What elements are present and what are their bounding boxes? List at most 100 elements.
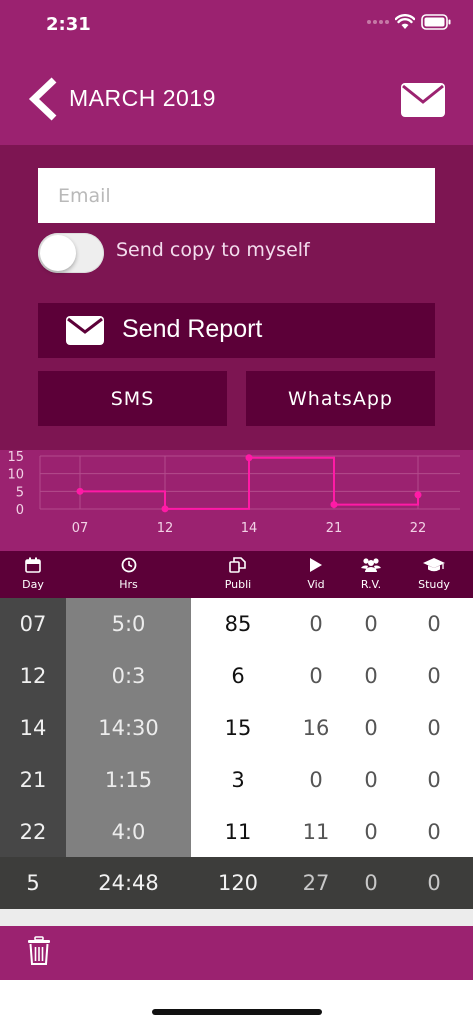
data-point xyxy=(161,505,169,513)
envelope-icon xyxy=(66,316,104,345)
people-icon xyxy=(361,558,381,572)
report-form: Send copy to myself Send Report SMS What… xyxy=(0,145,473,450)
spacer xyxy=(0,909,473,926)
cell-rv: 0 xyxy=(364,612,378,636)
cell-day: 21 xyxy=(19,768,47,792)
send-copy-toggle[interactable] xyxy=(38,233,104,273)
column-day-label: Day xyxy=(22,578,44,591)
cell-hours: 0:3 xyxy=(111,664,146,688)
y-tick-label: 5 xyxy=(16,485,24,500)
total-day: 5 xyxy=(26,871,40,895)
x-tick-label: 22 xyxy=(410,521,427,536)
column-rv[interactable]: R.V. xyxy=(346,551,396,598)
report-table: 07 5:0 85 0 0 0 12 0:3 6 0 0 0 14 14:30 … xyxy=(0,598,473,857)
cell-publi: 6 xyxy=(231,664,245,688)
total-rv: 0 xyxy=(364,871,378,895)
cell-video: 0 xyxy=(309,664,323,688)
page-title: MARCH 2019 xyxy=(69,85,216,111)
envelope-icon xyxy=(401,83,445,117)
status-icons xyxy=(367,14,451,30)
copy-icon xyxy=(229,557,246,573)
back-button[interactable] xyxy=(24,76,64,122)
app-header: 2:31 MARCH 2019 xyxy=(0,0,473,145)
wifi-icon xyxy=(395,14,415,29)
graduation-cap-icon xyxy=(423,558,445,572)
table-header: Day Hrs Publi Vid R.V. Study xyxy=(0,551,473,598)
bottom-toolbar xyxy=(0,926,473,980)
total-study: 0 xyxy=(427,871,441,895)
status-time: 2:31 xyxy=(46,14,91,35)
cell-hours: 5:0 xyxy=(111,612,146,636)
clock-icon xyxy=(121,557,136,573)
cell-video: 0 xyxy=(309,768,323,792)
cell-day: 14 xyxy=(19,716,47,740)
sms-button[interactable]: SMS xyxy=(38,371,227,426)
data-point xyxy=(76,487,84,495)
cell-day: 07 xyxy=(19,612,47,636)
y-tick-label: 15 xyxy=(7,450,24,465)
cell-video: 11 xyxy=(302,820,330,844)
chart-svg: 0 5 10 15 07 12 14 21 22 xyxy=(7,450,460,536)
email-input[interactable] xyxy=(38,168,435,223)
send-report-button[interactable]: Send Report xyxy=(38,303,435,358)
cell-publi: 85 xyxy=(224,612,252,636)
battery-icon xyxy=(421,14,451,30)
column-video-label: Vid xyxy=(307,578,325,591)
total-publi: 120 xyxy=(217,871,259,895)
send-copy-label: Send copy to myself xyxy=(116,239,310,261)
column-study[interactable]: Study xyxy=(400,551,468,598)
delete-button[interactable] xyxy=(27,936,51,966)
cell-rv: 0 xyxy=(364,768,378,792)
cell-publi: 15 xyxy=(224,716,252,740)
column-publi[interactable]: Publi xyxy=(200,551,276,598)
cell-hours: 1:15 xyxy=(104,768,153,792)
send-report-label: Send Report xyxy=(122,315,263,343)
trash-icon xyxy=(28,936,50,965)
data-point xyxy=(414,491,422,499)
home-indicator[interactable] xyxy=(152,1009,322,1015)
column-video[interactable]: Vid xyxy=(280,551,352,598)
x-tick-label: 12 xyxy=(157,521,174,536)
data-point xyxy=(330,501,338,509)
column-publi-label: Publi xyxy=(224,578,252,591)
cell-hours: 4:0 xyxy=(111,820,146,844)
play-icon xyxy=(310,558,322,572)
cell-rv: 0 xyxy=(364,820,378,844)
data-point xyxy=(245,454,253,462)
cell-study: 0 xyxy=(427,820,441,844)
cell-day: 22 xyxy=(19,820,47,844)
x-tick-label: 21 xyxy=(326,521,343,536)
hours-chart: 0 5 10 15 07 12 14 21 22 xyxy=(0,450,473,551)
cell-study: 0 xyxy=(427,768,441,792)
totals-row: 5 24:48 120 27 0 0 xyxy=(0,857,473,909)
cell-study: 0 xyxy=(427,664,441,688)
table-row[interactable]: 12 0:3 6 0 0 0 xyxy=(0,650,473,702)
chevron-left-icon xyxy=(28,77,57,121)
cell-video: 16 xyxy=(302,716,330,740)
table-row[interactable]: 22 4:0 11 11 0 0 xyxy=(0,806,473,858)
total-video: 27 xyxy=(302,871,330,895)
cell-video: 0 xyxy=(309,612,323,636)
x-tick-label: 07 xyxy=(72,521,89,536)
cell-study: 0 xyxy=(427,716,441,740)
mail-button[interactable] xyxy=(400,82,446,118)
cell-publi: 11 xyxy=(224,820,252,844)
cell-study: 0 xyxy=(427,612,441,636)
column-hours[interactable]: Hrs xyxy=(66,551,191,598)
series-line xyxy=(80,456,419,510)
column-day[interactable]: Day xyxy=(0,551,66,598)
cell-hours: 14:30 xyxy=(98,716,159,740)
cell-rv: 0 xyxy=(364,664,378,688)
table-row[interactable]: 14 14:30 15 16 0 0 xyxy=(0,702,473,754)
toggle-knob xyxy=(40,235,76,271)
total-hours: 24:48 xyxy=(98,871,159,895)
column-hours-label: Hrs xyxy=(119,578,138,591)
cell-publi: 3 xyxy=(231,768,245,792)
whatsapp-button[interactable]: WhatsApp xyxy=(246,371,435,426)
cell-rv: 0 xyxy=(364,716,378,740)
table-row[interactable]: 21 1:15 3 0 0 0 xyxy=(0,754,473,806)
column-rv-label: R.V. xyxy=(360,578,382,591)
table-row[interactable]: 07 5:0 85 0 0 0 xyxy=(0,598,473,650)
x-tick-label: 14 xyxy=(241,521,258,536)
cell-day: 12 xyxy=(19,664,47,688)
